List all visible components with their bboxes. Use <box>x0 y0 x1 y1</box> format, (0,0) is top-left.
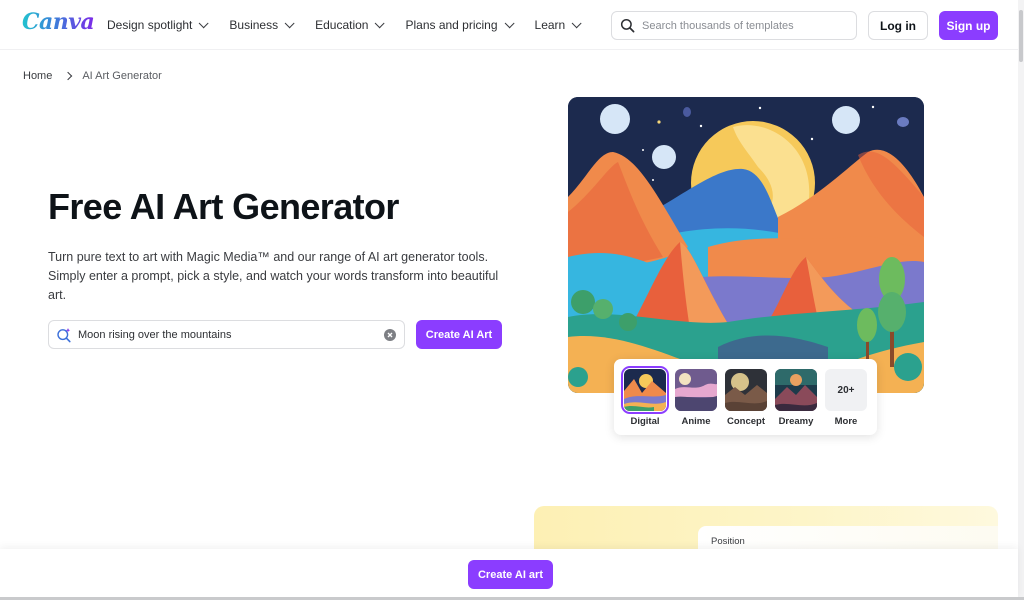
style-picker: Digital Anime Concept Dreamy 20+ More <box>614 359 877 435</box>
concept-style-thumbnail <box>725 369 767 411</box>
style-option-dreamy[interactable]: Dreamy <box>775 369 817 427</box>
page-title: Free AI Art Generator <box>48 186 399 227</box>
chevron-down-icon <box>504 17 515 28</box>
login-button[interactable]: Log in <box>868 11 928 40</box>
scrollbar-thumb[interactable] <box>1019 10 1023 62</box>
chevron-down-icon <box>199 17 209 28</box>
position-label: Position <box>711 536 745 547</box>
hero-illustration <box>568 97 924 393</box>
nav-design-spotlight[interactable]: Design spotlight <box>107 17 209 32</box>
breadcrumb-current: AI Art Generator <box>82 70 162 82</box>
breadcrumb-home[interactable]: Home <box>23 70 52 82</box>
template-search-box[interactable] <box>611 11 857 40</box>
page-scrollbar[interactable] <box>1018 0 1024 600</box>
prompt-input[interactable] <box>78 328 368 341</box>
canva-logo[interactable]: Canva <box>22 9 95 35</box>
chevron-down-icon <box>571 17 582 28</box>
top-navigation-bar: Canva Design spotlight Business Educatio… <box>0 0 1018 50</box>
nav-plans-and-pricing[interactable]: Plans and pricing <box>405 17 515 32</box>
style-option-anime[interactable]: Anime <box>675 369 717 427</box>
search-input[interactable] <box>642 19 842 32</box>
nav-label: Learn <box>534 18 566 32</box>
style-option-more[interactable]: 20+ More <box>825 369 867 427</box>
style-label: More <box>834 416 858 427</box>
signup-button[interactable]: Sign up <box>939 11 998 40</box>
chevron-down-icon <box>375 17 386 28</box>
chevron-right-icon <box>64 71 73 81</box>
more-styles-badge: 20+ <box>825 369 867 411</box>
search-icon <box>620 18 635 33</box>
hero-description: Turn pure text to art with Magic Media™ … <box>48 250 499 302</box>
nav-education[interactable]: Education <box>315 17 386 32</box>
moon-mountains-artwork <box>568 97 924 393</box>
nav-label: Business <box>229 18 279 32</box>
prompt-box[interactable] <box>48 320 405 349</box>
nav-label: Education <box>315 18 369 32</box>
breadcrumb: Home AI Art Generator <box>23 70 162 82</box>
nav-business[interactable]: Business <box>229 17 295 32</box>
main-nav: Design spotlight Business Education Plan… <box>107 0 602 50</box>
style-option-digital[interactable]: Digital <box>621 366 669 427</box>
anime-style-thumbnail <box>675 369 717 411</box>
magic-search-icon <box>57 327 71 342</box>
close-icon <box>387 332 393 338</box>
nav-learn[interactable]: Learn <box>534 17 582 32</box>
digital-style-thumbnail <box>621 366 669 414</box>
nav-label: Plans and pricing <box>405 18 498 32</box>
clear-input-button[interactable] <box>384 329 396 341</box>
create-ai-art-button[interactable]: Create AI Art <box>416 320 502 349</box>
style-option-concept[interactable]: Concept <box>725 369 767 427</box>
sticky-create-ai-art-button[interactable]: Create AI art <box>468 560 553 589</box>
chevron-down-icon <box>284 17 295 28</box>
nav-label: Design spotlight <box>107 18 193 32</box>
dreamy-style-thumbnail <box>775 369 817 411</box>
